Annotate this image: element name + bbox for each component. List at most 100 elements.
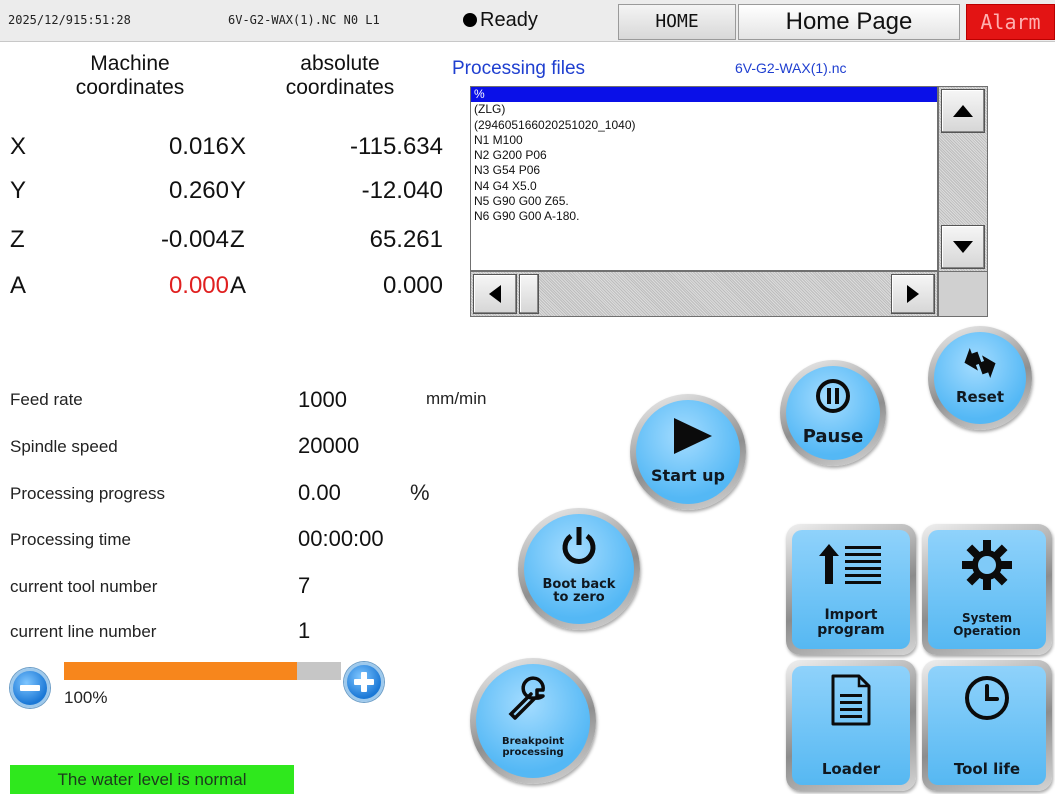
program-line[interactable]: N4 G4 X5.0: [471, 179, 937, 194]
processing-progress-label: Processing progress: [10, 484, 165, 503]
machine-coordinate-value: -0.004: [160, 226, 229, 253]
status-dot-icon: [463, 13, 477, 27]
processing-time-value: 00:00:00: [298, 526, 384, 551]
machine-state-label: Ready: [480, 9, 538, 31]
reset-button[interactable]: Reset: [928, 326, 1032, 430]
machine-axis-label: X: [10, 133, 27, 160]
absolute-axis-label: Y: [230, 177, 247, 204]
boot-back-to-zero-button[interactable]: Boot back to zero: [518, 508, 640, 630]
horizontal-scrollbar[interactable]: [470, 271, 938, 317]
tool-number-value: 7: [298, 573, 311, 598]
clock-icon: [965, 676, 1009, 720]
document-icon: [831, 674, 871, 726]
program-line[interactable]: N6 G90 G00 A-180.: [471, 209, 937, 224]
machine-coordinates-header: Machine coordinates: [75, 52, 185, 99]
system-label-line2: Operation: [953, 624, 1021, 638]
machine-axis-label: Z: [10, 226, 25, 253]
absolute-coordinate-value: -115.634: [350, 133, 443, 160]
machine-state: Ready: [463, 0, 538, 42]
wrench-icon: [508, 676, 545, 720]
absolute-axis-label: Z: [230, 226, 245, 253]
scroll-down-button[interactable]: [941, 225, 985, 269]
loader-button[interactable]: Loader: [786, 660, 916, 791]
tab-home[interactable]: HOME: [618, 4, 736, 40]
scrollbar-corner: [938, 271, 988, 317]
datetime-display: 2025/12/915:51:28: [8, 13, 131, 27]
alarm-button[interactable]: Alarm: [966, 4, 1055, 40]
tool-life-button[interactable]: Tool life: [922, 660, 1052, 791]
pause-button[interactable]: Pause: [780, 360, 886, 466]
power-icon: [562, 527, 596, 564]
vertical-scrollbar[interactable]: [938, 86, 988, 272]
tool-number-label: current tool number: [10, 577, 158, 596]
increase-override-button[interactable]: [344, 662, 384, 702]
machine-coordinate-value: 0.260: [168, 177, 229, 204]
program-line[interactable]: (ZLG): [471, 102, 937, 117]
feed-rate-value: 1000: [298, 387, 347, 412]
import-label-line2: program: [817, 622, 885, 638]
absolute-axis-label: A: [230, 272, 247, 299]
absolute-coordinate-value: 0.000: [382, 272, 443, 299]
processing-time-label: Processing time: [10, 530, 131, 549]
program-line[interactable]: (294605166020251020_1040): [471, 118, 937, 133]
breakpoint-processing-button[interactable]: Breakpoint processing: [470, 658, 596, 784]
machine-axis-label: Y: [10, 177, 27, 204]
feed-override-bar[interactable]: [64, 662, 341, 680]
program-line[interactable]: %: [471, 87, 937, 103]
feed-override-fill: [64, 662, 297, 680]
tool-life-label: Tool life: [953, 760, 1021, 778]
program-line[interactable]: N3 G54 P06: [471, 163, 937, 178]
program-line[interactable]: N1 M100: [471, 133, 937, 148]
absolute-coordinate-value: 65.261: [369, 226, 443, 253]
water-level-status: The water level is normal: [10, 765, 294, 794]
triangle-left-icon: [489, 285, 501, 303]
feed-override-percent: 100%: [64, 688, 108, 707]
absolute-axis-label: X: [230, 133, 247, 160]
gear-icon: [962, 540, 1012, 590]
feed-rate-unit: mm/min: [426, 389, 487, 408]
triangle-down-icon: [953, 241, 973, 253]
current-file-name: 6V-G2-WAX(1).nc: [735, 60, 847, 76]
pause-label: Pause: [802, 426, 864, 447]
system-operation-button[interactable]: System Operation: [922, 524, 1052, 655]
line-number-label: current line number: [10, 622, 157, 641]
breakpoint-label-line2: processing: [502, 747, 564, 758]
start-up-button[interactable]: Start up: [630, 394, 746, 510]
triangle-up-icon: [953, 105, 973, 117]
breakpoint-label-line1: Breakpoint: [501, 736, 565, 747]
plus-icon: [354, 672, 374, 692]
program-line[interactable]: N2 G200 P06: [471, 148, 937, 163]
machine-coordinate-value: 0.016: [168, 133, 229, 160]
absolute-coordinate-value: -12.040: [361, 177, 443, 204]
machine-coordinate-value: 0.000: [168, 272, 229, 299]
play-icon: [674, 418, 713, 454]
minus-icon: [20, 678, 40, 698]
scroll-right-button[interactable]: [891, 274, 935, 314]
processing-progress-unit: %: [410, 480, 430, 505]
import-list-icon: [819, 544, 881, 584]
page-title[interactable]: Home Page: [738, 4, 960, 40]
scroll-thumb[interactable]: [519, 274, 539, 314]
processing-progress-value: 0.00: [298, 480, 341, 505]
triangle-right-icon: [907, 285, 919, 303]
feed-rate-label: Feed rate: [10, 390, 83, 409]
absolute-coordinates-header: absolute coordinates: [285, 52, 395, 99]
reset-label: Reset: [956, 388, 1004, 406]
program-line[interactable]: N5 G90 G00 Z65.: [471, 194, 937, 209]
scroll-left-button[interactable]: [473, 274, 517, 314]
boot-back-label-line2: to zero: [553, 590, 605, 605]
spindle-speed-label: Spindle speed: [10, 437, 118, 456]
reset-arrows-icon: [964, 348, 996, 378]
program-listing[interactable]: % (ZLG) (294605166020251020_1040) N1 M10…: [470, 86, 938, 271]
processing-files-title: Processing files: [452, 58, 586, 79]
import-label-line1: Import: [824, 607, 878, 623]
status-bar: 2025/12/915:51:28 6V-G2-WAX(1).NC N0 L1 …: [0, 0, 1055, 42]
start-up-label: Start up: [651, 466, 725, 485]
scroll-up-button[interactable]: [941, 89, 985, 133]
line-number-value: 1: [298, 618, 311, 643]
spindle-speed-value: 20000: [298, 433, 360, 458]
program-status: 6V-G2-WAX(1).NC N0 L1: [228, 13, 380, 27]
import-program-button[interactable]: Import program: [786, 524, 916, 655]
pause-icon: [816, 379, 850, 413]
decrease-override-button[interactable]: [10, 668, 50, 708]
